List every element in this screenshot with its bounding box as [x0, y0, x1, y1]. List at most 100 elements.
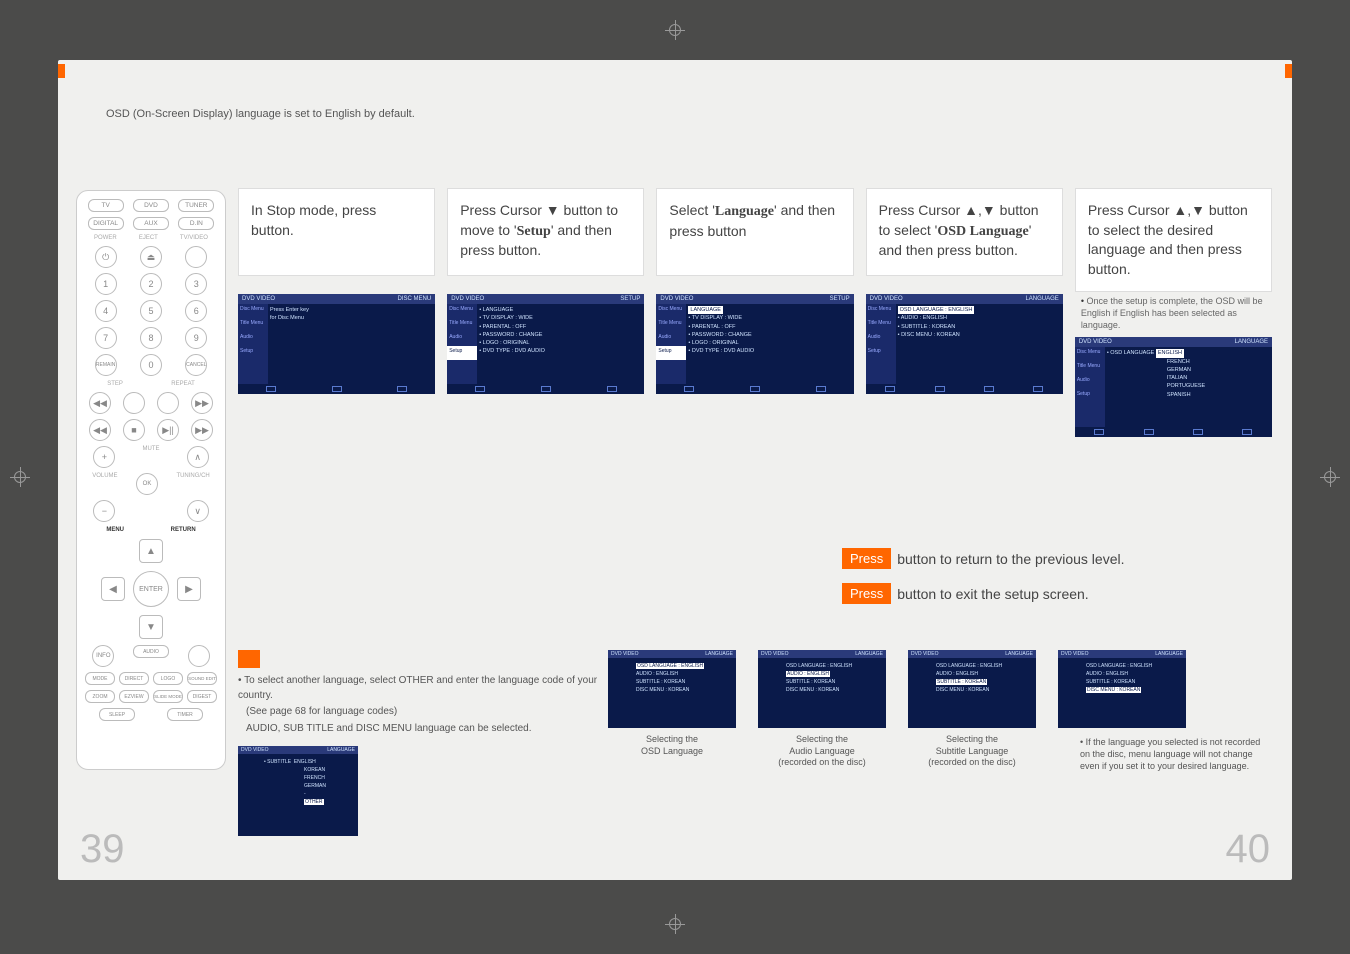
step1-t1: In Stop mode, press: [251, 202, 376, 218]
ss2r2: SUBTITLE : KOREAN: [936, 679, 987, 685]
bottom-9: SOUND EDIT: [187, 672, 217, 685]
ns-content: • SUBTITLE ENGLISH KOREAN FRENCH GERMAN …: [238, 754, 358, 810]
press-label-2: Press: [842, 583, 891, 604]
ss1r2: SUBTITLE : KOREAN: [786, 678, 882, 686]
s4r3: DISC MENU : KOREAN: [901, 332, 960, 338]
s4-tl: DVD VIDEO: [870, 296, 903, 302]
ss1r1: AUDIO : ENGLISH: [786, 671, 830, 677]
nsr4: GERMAN: [264, 782, 354, 790]
s3-tl: DVD VIDEO: [660, 296, 693, 302]
step-5-text: Press Cursor ▲,▼ button to select the de…: [1075, 188, 1272, 292]
s2-footer: [447, 384, 644, 394]
ss0r2: SUBTITLE : KOREAN: [636, 678, 732, 686]
s4-footer: [866, 384, 1063, 394]
s4t1: OSD Language: [937, 224, 1028, 239]
note-l3: AUDIO, SUB TITLE and DISC MENU language …: [238, 722, 598, 737]
repeat-label: REPEAT: [171, 381, 195, 387]
ss0r0: OSD LANGUAGE : ENGLISH: [636, 663, 704, 669]
step-5: Press Cursor ▲,▼ button to select the de…: [1075, 188, 1272, 437]
num-3: 3: [185, 273, 207, 295]
step1-t2: button.: [251, 222, 294, 238]
s1-footer: [238, 384, 435, 394]
s1-sidebar: Disc Menu Title Menu Audio Setup: [238, 304, 268, 384]
s3-content: LANGUAGE • TV DISPLAY : WIDE • PARENTAL …: [688, 306, 851, 382]
footer-note-text: If the language you selected is not reco…: [1080, 737, 1260, 771]
s4-content: OSD LANGUAGE : ENGLISH • AUDIO : ENGLISH…: [898, 306, 1061, 382]
s1-tr: DISC MENU: [398, 296, 432, 302]
ss1r0: OSD LANGUAGE : ENGLISH: [786, 662, 882, 670]
step5-screenshot: DVD VIDEOLANGUAGE Disc Menu Title Menu A…: [1075, 337, 1272, 437]
s5l3: ITALIAN: [1107, 374, 1270, 382]
ss2-shot: DVD VIDEOLANGUAGE OSD LANGUAGE : ENGLISH…: [908, 650, 1036, 728]
bottom-5: EZVIEW: [119, 690, 149, 703]
nsr0: SUBTITLE: [267, 759, 291, 765]
ss0c1: Selecting the: [608, 734, 736, 746]
step-3: Select 'Language' and then press button …: [656, 188, 853, 437]
s5l2: GERMAN: [1107, 366, 1270, 374]
step-2: Press Cursor ▼ button to move to 'Setup'…: [447, 188, 644, 437]
s5rl: OSD LANGUAGE: [1110, 350, 1154, 356]
info-btn: INFO: [92, 645, 114, 667]
s5-tl: DVD VIDEO: [1079, 339, 1112, 345]
ff: ▶▶: [191, 419, 213, 441]
s2r3: PASSWORD : CHANGE: [483, 332, 543, 338]
power-label: POWER: [94, 235, 117, 241]
step-label: STEP: [107, 381, 123, 387]
s5l0: ENGLISH: [1156, 349, 1184, 357]
prompt1-text: button to return to the previous level.: [897, 551, 1124, 567]
mute-label: MUTE: [136, 446, 166, 468]
ss0-shot: DVD VIDEOLANGUAGE OSD LANGUAGE : ENGLISH…: [608, 650, 736, 728]
ss1r3: DISC MENU : KOREAN: [786, 686, 882, 694]
return-label: RETURN: [171, 527, 196, 533]
bottom-3: TIMER: [167, 708, 203, 721]
s3t0: Select ': [669, 202, 714, 218]
s5t1: button.: [1088, 261, 1131, 277]
ns-tr: LANGUAGE: [327, 747, 355, 753]
ok-btn: OK: [136, 473, 158, 495]
note-screenshot: DVD VIDEO LANGUAGE • SUBTITLE ENGLISH KOR…: [238, 746, 358, 836]
s3r3: PASSWORD : CHANGE: [692, 332, 752, 338]
s2-tl: DVD VIDEO: [451, 296, 484, 302]
eject-button: ⏏: [140, 246, 162, 268]
nsr2: KOREAN: [264, 766, 354, 774]
ch-up: ∧: [187, 446, 209, 468]
ss0r3: DISC MENU : KOREAN: [636, 686, 732, 694]
bottom-0: MODE: [85, 672, 115, 685]
num-8: 8: [140, 327, 162, 349]
bottom-7: DIGEST: [187, 690, 217, 703]
vol-up: +: [93, 446, 115, 468]
s3r2: PARENTAL : OFF: [692, 324, 736, 330]
left-accent: [58, 64, 65, 78]
page-number-left: 39: [80, 827, 125, 872]
s3r0: LANGUAGE: [688, 306, 723, 314]
s2-t1: Setup: [517, 224, 551, 239]
s1-content: Press Enter key for Disc Menu: [270, 306, 433, 382]
s3r5: DVD TYPE : DVD AUDIO: [692, 348, 754, 354]
menu-label: MENU: [106, 527, 124, 533]
s5-tr: LANGUAGE: [1235, 339, 1268, 345]
bottom-6: SLIDE MODE: [153, 690, 183, 703]
num-7: 7: [95, 327, 117, 349]
src-digital: DIGITAL: [88, 217, 124, 230]
s3t3: button: [708, 223, 747, 239]
nsr1: ENGLISH: [294, 759, 316, 765]
ss3r3: DISC MENU : KOREAN: [1086, 687, 1141, 693]
s3r1: TV DISPLAY : WIDE: [692, 315, 742, 321]
ns-tl: DVD VIDEO: [241, 747, 269, 753]
rec-btn: [157, 392, 179, 414]
s5t0: Press Cursor ▲,▼ button to select the de…: [1088, 202, 1248, 257]
bottom-8: LOGO: [153, 672, 183, 685]
bottom-4: ZOOM: [85, 690, 115, 703]
ss3r2: SUBTITLE : KOREAN: [1086, 678, 1182, 686]
note-l1: • To select another language, select OTH…: [238, 674, 598, 703]
s5l1: FRENCH: [1107, 358, 1270, 366]
s3-tr: SETUP: [830, 296, 850, 302]
right-accent: [1285, 64, 1292, 78]
ss0c2: OSD Language: [608, 746, 736, 758]
bottom-2: SLEEP: [99, 708, 135, 721]
ss2c3: (recorded on the disc): [908, 757, 1036, 769]
s2r4: LOGO : ORIGINAL: [483, 340, 530, 346]
s2-sidebar: Disc Menu Title Menu Audio Setup: [447, 304, 477, 384]
cursor-left-icon: ◀: [101, 577, 125, 601]
s2-content: • LANGUAGE • TV DISPLAY : WIDE • PARENTA…: [479, 306, 642, 382]
